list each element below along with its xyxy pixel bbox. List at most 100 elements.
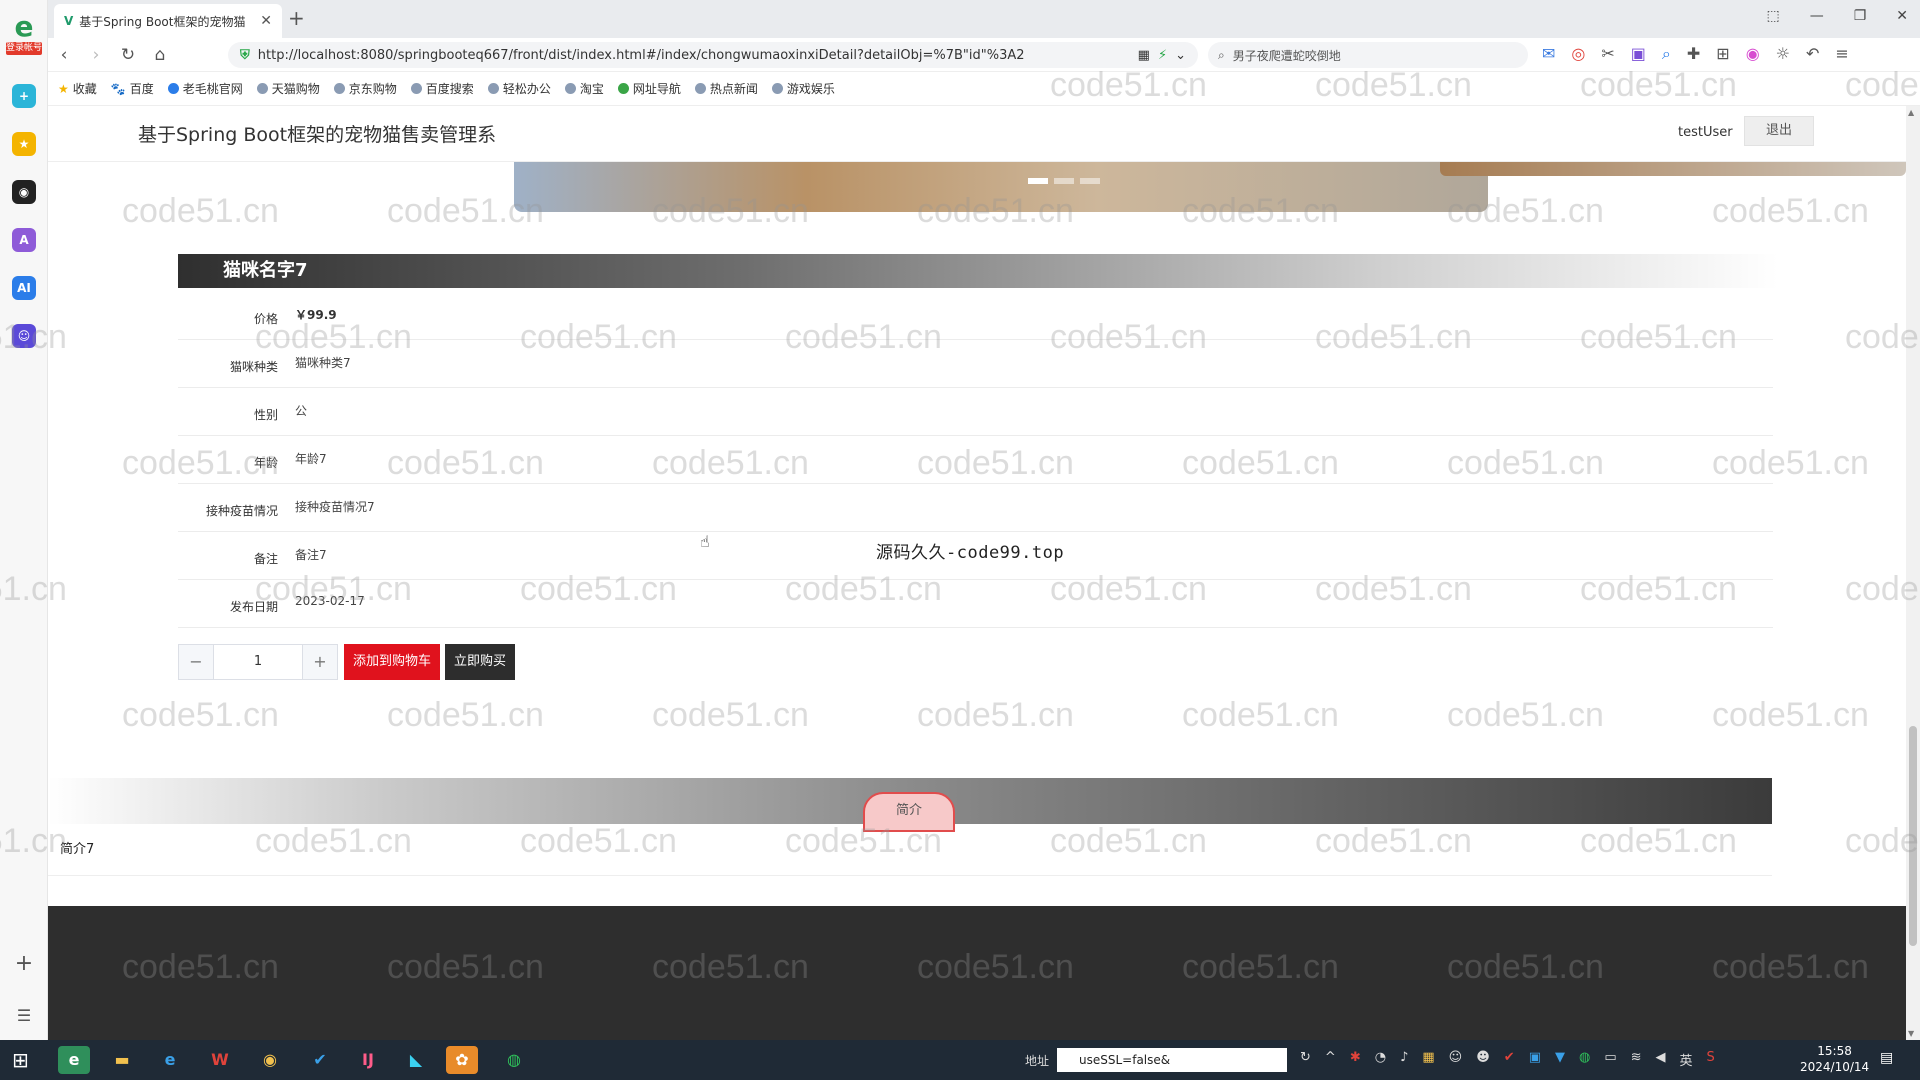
detail-row-price: 价格 ￥99.9 [178, 292, 1773, 340]
minimize-icon[interactable]: — [1810, 8, 1824, 24]
banner-carousel[interactable] [514, 162, 1488, 212]
close-window-icon[interactable]: ✕ [1896, 8, 1908, 24]
intellij-icon[interactable]: IJ [352, 1046, 384, 1074]
search-box[interactable]: ⌕ 男子夜爬遭蛇咬倒地 [1208, 42, 1528, 68]
check-app-icon[interactable]: ✔ [1504, 1050, 1515, 1069]
sync-icon[interactable]: ◔ [1375, 1050, 1386, 1069]
tray-expand-icon[interactable]: ^ [1325, 1050, 1336, 1069]
download-icon[interactable]: ▼ [1555, 1050, 1565, 1069]
address-bar[interactable]: ⛨ http://localhost:8080/springbooteq667/… [228, 42, 1198, 68]
bookmark-office[interactable]: 轻松办公 [487, 80, 551, 97]
list-icon[interactable]: ☰ [12, 1004, 36, 1028]
add-to-cart-button[interactable]: 添加到购物车 [344, 644, 440, 680]
bookmark-games[interactable]: 游戏娱乐 [771, 80, 835, 97]
site-footer [48, 906, 1906, 1040]
store-icon[interactable]: ▣ [1529, 1050, 1541, 1069]
notification-icon[interactable]: ▤ [1880, 1050, 1893, 1066]
carousel-dot[interactable] [1054, 178, 1074, 184]
close-tab-icon[interactable]: ✕ [260, 13, 272, 29]
battery-icon[interactable]: ▭ [1604, 1050, 1616, 1069]
scroll-thumb[interactable] [1909, 726, 1917, 946]
bookmark-baidu-search[interactable]: 百度搜索 [410, 80, 474, 97]
refresh-icon[interactable]: ↻ [1300, 1050, 1311, 1069]
ai-icon[interactable]: AI [12, 276, 36, 300]
login-badge[interactable]: 登录帐号 [6, 42, 42, 55]
user-icon[interactable]: ☻ [1476, 1050, 1490, 1069]
bookmark-nav[interactable]: 网址导航 [617, 80, 681, 97]
buy-now-button[interactable]: 立即购买 [445, 644, 515, 680]
paw-app-icon[interactable]: ✿ [446, 1046, 478, 1074]
browser-logo[interactable]: e 登录帐号 [6, 12, 42, 58]
pin-icon[interactable]: ⬚ [1766, 8, 1779, 24]
app-tray-icon[interactable]: ▦ [1422, 1050, 1434, 1069]
add-icon[interactable]: + [12, 952, 36, 976]
navicat-icon[interactable]: ◣ [400, 1046, 432, 1074]
weibo-icon[interactable]: ◎ [1571, 44, 1585, 64]
grid-icon[interactable]: ⊞ [1716, 44, 1729, 64]
vscode-check-icon[interactable]: ✔ [304, 1046, 336, 1074]
browser-app-icon[interactable]: e [58, 1046, 90, 1074]
mail-icon[interactable]: ✉ [1542, 44, 1555, 64]
menu-icon[interactable]: ≡ [1835, 44, 1848, 64]
carousel-dot[interactable] [1080, 178, 1100, 184]
increase-button[interactable]: + [302, 644, 338, 680]
new-tab-icon[interactable]: + [288, 6, 305, 30]
chat-icon[interactable]: ◉ [12, 180, 36, 204]
quantity-input[interactable]: 1 [214, 644, 302, 680]
wifi-icon[interactable]: ≋ [1631, 1050, 1642, 1069]
back-icon[interactable]: ‹ [48, 45, 80, 65]
search-text[interactable]: 男子夜爬遭蛇咬倒地 [1233, 47, 1341, 64]
chrome-icon[interactable]: ◉ [254, 1046, 286, 1074]
microphone-icon[interactable]: ♪ [1400, 1050, 1408, 1069]
forward-icon[interactable]: › [80, 45, 112, 65]
browser-e-icon: e [14, 10, 34, 43]
ime-indicator[interactable]: 英 [1680, 1050, 1693, 1069]
restore-icon[interactable]: ❐ [1854, 8, 1867, 24]
scroll-down-icon[interactable]: ▼ [1908, 1029, 1914, 1038]
star-icon[interactable]: ★ [12, 132, 36, 156]
undo-icon[interactable]: ↶ [1806, 44, 1819, 64]
ai-assistant-icon[interactable]: A [12, 228, 36, 252]
scissors-icon[interactable]: ✂ [1601, 44, 1614, 64]
page-scrollbar[interactable]: ▲ ▼ [1906, 106, 1920, 1040]
bookmark-laomaotao[interactable]: 老毛桃官网 [167, 80, 243, 97]
qr-icon[interactable]: ▦ [1138, 48, 1150, 63]
wechat-icon[interactable]: ◍ [498, 1046, 530, 1074]
translate-icon[interactable]: ▣ [1631, 44, 1646, 64]
color-icon[interactable]: ◉ [1746, 44, 1760, 64]
bookmark-favorites[interactable]: ★ 收藏 [58, 80, 97, 97]
bookmark-baidu[interactable]: 🐾 百度 [111, 80, 154, 97]
bookmark-taobao[interactable]: 淘宝 [564, 80, 604, 97]
logout-button[interactable]: 退出 [1744, 116, 1814, 146]
find-icon[interactable]: ⌕ [1662, 44, 1671, 64]
sogou-icon[interactable]: S [1707, 1050, 1715, 1069]
windows-start-icon[interactable]: ⊞ [12, 1048, 29, 1072]
speed-icon[interactable]: ⚡ [1158, 48, 1167, 63]
bookmark-tmall[interactable]: 天猫购物 [256, 80, 320, 97]
dropdown-icon[interactable]: ⌄ [1175, 48, 1186, 63]
globe-icon [694, 83, 706, 94]
bookmark-news[interactable]: 热点新闻 [694, 80, 758, 97]
browser-tab[interactable]: V 基于Spring Boot框架的宠物猫 ✕ [54, 4, 282, 38]
bookmark-jd[interactable]: 京东购物 [333, 80, 397, 97]
address-toolbar-input[interactable]: useSSL=false& [1057, 1048, 1287, 1072]
wechat-tray-icon[interactable]: ◍ [1579, 1050, 1590, 1069]
decrease-button[interactable]: − [178, 644, 214, 680]
clock[interactable]: 15:58 2024/10/14 [1800, 1043, 1869, 1075]
reload-icon[interactable]: ↻ [112, 45, 144, 65]
people-icon[interactable]: ☺ [1449, 1050, 1463, 1069]
file-explorer-icon[interactable]: ▬ [106, 1046, 138, 1074]
edge-icon[interactable]: e [154, 1046, 186, 1074]
scroll-up-icon[interactable]: ▲ [1908, 108, 1914, 117]
robot-icon[interactable]: ☺ [12, 324, 36, 348]
antivirus-icon[interactable]: ✱ [1350, 1050, 1361, 1069]
volume-icon[interactable]: ◀ [1656, 1050, 1666, 1069]
home-icon[interactable]: ⌂ [144, 45, 176, 65]
brightness-icon[interactable]: ☼ [1776, 44, 1790, 64]
carousel-dot[interactable] [1028, 178, 1048, 184]
url-text[interactable]: http://localhost:8080/springbooteq667/fr… [258, 48, 1130, 63]
calculator-icon[interactable]: + [12, 84, 36, 108]
field-label: 接种疫苗情况 [205, 504, 278, 518]
wps-icon[interactable]: W [204, 1046, 236, 1074]
extensions-icon[interactable]: ✚ [1687, 44, 1700, 64]
